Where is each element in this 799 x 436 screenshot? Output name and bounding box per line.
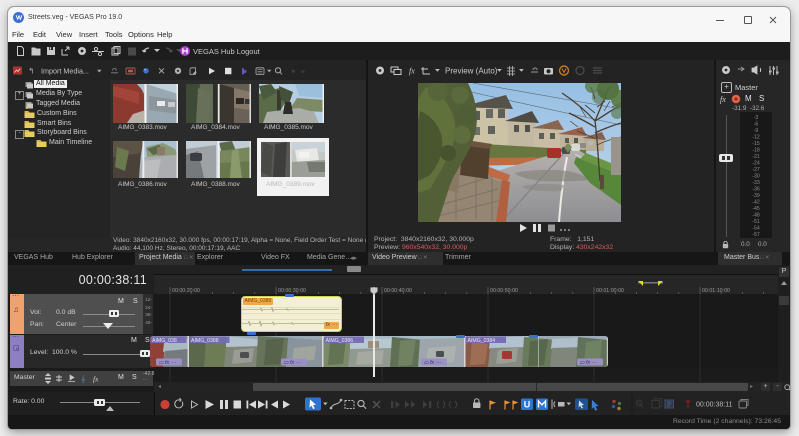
svg-text:▭ fx ⋯: ▭ fx ⋯	[284, 360, 302, 366]
svg-text:-45: -45	[752, 206, 760, 212]
svg-text:▭ fx ⋯: ▭ fx ⋯	[580, 360, 598, 366]
svg-text:-33: -33	[752, 180, 760, 186]
svg-text:-36: -36	[752, 187, 760, 193]
svg-text:-27: -27	[752, 167, 760, 173]
svg-text:Import Media...: Import Media...	[41, 66, 89, 75]
svg-text:00:00:38:11: 00:00:38:11	[696, 402, 733, 409]
svg-text:-21: -21	[752, 154, 760, 160]
svg-text:-48: -48	[752, 213, 760, 219]
svg-text:▭ fx ⋯: ▭ fx ⋯	[424, 360, 442, 366]
svg-text:-18: -18	[752, 148, 760, 154]
svg-text:-39: -39	[752, 193, 760, 199]
svg-text:-15: -15	[752, 141, 760, 147]
svg-text:𝄞: 𝄞	[81, 374, 85, 384]
svg-text:AIMG_0386: AIMG_0386	[326, 338, 354, 344]
svg-text:U: U	[524, 400, 531, 410]
svg-text:AIMG_038: AIMG_038	[152, 338, 177, 344]
svg-text:fx: fx	[93, 375, 99, 384]
svg-text:-24: -24	[752, 161, 760, 167]
svg-text:Preview (Auto): Preview (Auto)	[445, 67, 498, 76]
svg-text:-42: -42	[752, 200, 760, 206]
svg-text:-9: -9	[754, 128, 759, 134]
svg-text:-12: -12	[752, 135, 760, 141]
svg-text:-6: -6	[754, 122, 759, 128]
svg-text:-30: -30	[752, 174, 760, 180]
svg-text:AIMG_0388: AIMG_0388	[191, 338, 219, 344]
svg-text:AIMG_0384: AIMG_0384	[468, 338, 496, 344]
svg-text:▭ fx ⋯: ▭ fx ⋯	[159, 360, 177, 366]
svg-text:-51: -51	[752, 219, 760, 225]
svg-text:-57: -57	[752, 232, 760, 238]
svg-text:-54: -54	[752, 226, 760, 232]
svg-text:fx: fx	[409, 67, 415, 76]
svg-text:-3: -3	[754, 115, 759, 121]
